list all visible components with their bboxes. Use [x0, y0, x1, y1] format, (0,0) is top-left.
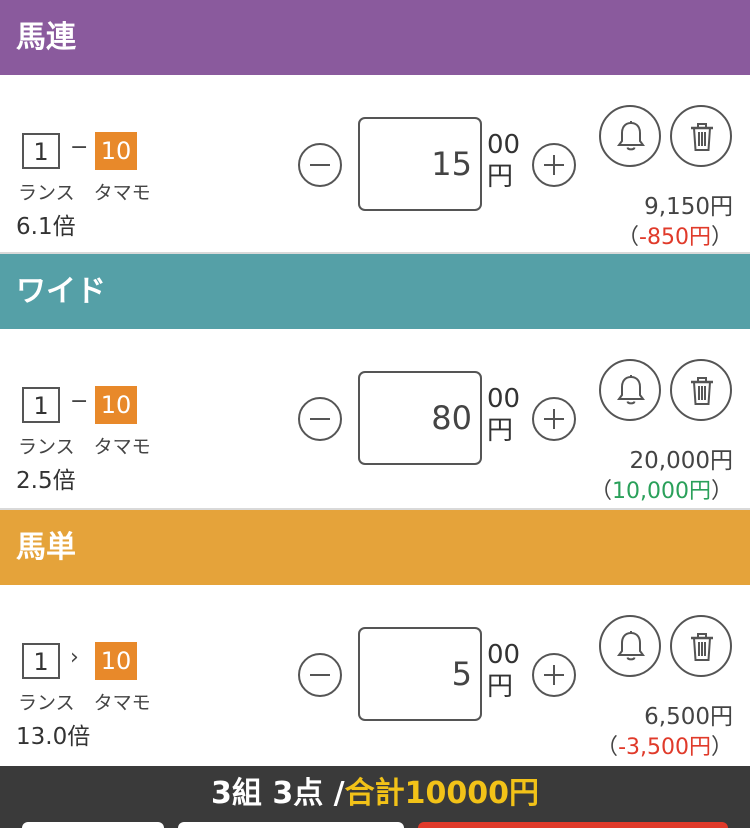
amount-unit-hundreds: 00	[487, 640, 521, 670]
horse-number-first: 1	[22, 133, 60, 169]
horse-names: ランス タマモ	[18, 182, 151, 204]
footer-tab[interactable]	[22, 822, 164, 828]
amount-unit-hundreds: 00	[487, 384, 521, 414]
bet-row-umatan: 1 › 10 ランス タマモ 13.0倍 5 00 円 6,500円 （-3,5…	[0, 585, 750, 765]
plus-icon-vertical	[553, 409, 555, 429]
bet-row-umaren: 1 − 10 ランス タマモ 6.1倍 15 00 円 9,150円 （-850…	[0, 75, 750, 255]
trash-icon	[691, 123, 713, 151]
paren-close: ）	[710, 225, 733, 250]
increase-button[interactable]	[532, 143, 576, 187]
bell-icon	[617, 375, 645, 405]
minus-icon	[310, 674, 330, 676]
amount-unit-yen: 円	[487, 416, 514, 446]
bell-icon	[617, 631, 645, 661]
payout-value: 20,000円	[629, 448, 733, 474]
horse-number-second: 10	[95, 642, 137, 680]
notify-button[interactable]	[599, 615, 661, 677]
odds-value: 6.1倍	[16, 214, 76, 240]
minus-icon	[310, 418, 330, 420]
amount-unit-hundreds: 00	[487, 130, 521, 160]
notify-button[interactable]	[599, 359, 661, 421]
delete-button[interactable]	[670, 615, 732, 677]
plus-icon-vertical	[553, 155, 555, 175]
bet-connector: −	[70, 135, 89, 160]
paren-close: ）	[710, 735, 733, 760]
increase-button[interactable]	[532, 653, 576, 697]
decrease-button[interactable]	[298, 653, 342, 697]
amount-input[interactable]: 80	[358, 371, 482, 465]
horse-names: ランス タマモ	[18, 692, 151, 714]
odds-value: 2.5倍	[16, 468, 76, 494]
delete-button[interactable]	[670, 359, 732, 421]
difference-value: -3,500円	[618, 735, 711, 760]
delete-button[interactable]	[670, 105, 732, 167]
paren-open: （	[617, 225, 640, 250]
paren-open: （	[596, 735, 619, 760]
minus-icon	[310, 164, 330, 166]
amount-unit-yen: 円	[487, 162, 514, 192]
paren-open: （	[589, 479, 612, 504]
footer-tab-strip	[0, 822, 750, 828]
horse-number-second: 10	[95, 132, 137, 170]
horse-names: ランス タマモ	[18, 436, 151, 458]
trash-icon	[691, 633, 713, 661]
amount-unit-yen: 円	[487, 672, 514, 702]
paren-close: ）	[710, 479, 733, 504]
notify-button[interactable]	[599, 105, 661, 167]
payout-value: 6,500円	[644, 704, 733, 730]
section-header-wide: ワイド	[0, 254, 750, 329]
bet-count: 3組 3点 /	[211, 776, 345, 811]
footer-tab[interactable]	[418, 822, 728, 828]
payout-difference: （10,000円）	[590, 473, 733, 505]
bet-connector: −	[70, 389, 89, 414]
bell-icon	[617, 121, 645, 151]
total-amount: 合計10000円	[344, 776, 539, 811]
plus-icon-vertical	[553, 665, 555, 685]
payout-difference: （-850円）	[617, 219, 733, 251]
payout-value: 9,150円	[644, 194, 733, 220]
section-header-umaren: 馬連	[0, 0, 750, 75]
bet-row-wide: 1 − 10 ランス タマモ 2.5倍 80 00 円 20,000円 （10,…	[0, 329, 750, 509]
increase-button[interactable]	[532, 397, 576, 441]
horse-number-first: 1	[22, 387, 60, 423]
amount-input[interactable]: 5	[358, 627, 482, 721]
footer-tab[interactable]	[178, 822, 404, 828]
decrease-button[interactable]	[298, 397, 342, 441]
bet-connector: ›	[70, 645, 79, 670]
decrease-button[interactable]	[298, 143, 342, 187]
trash-icon	[691, 377, 713, 405]
payout-difference: （-3,500円）	[596, 729, 733, 761]
section-header-umatan: 馬単	[0, 510, 750, 585]
difference-value: -850円	[639, 225, 711, 250]
summary-bar: 3組 3点 /合計10000円	[0, 766, 750, 828]
horse-number-first: 1	[22, 643, 60, 679]
horse-number-second: 10	[95, 386, 137, 424]
odds-value: 13.0倍	[16, 724, 91, 750]
difference-value: 10,000円	[612, 479, 711, 504]
amount-input[interactable]: 15	[358, 117, 482, 211]
